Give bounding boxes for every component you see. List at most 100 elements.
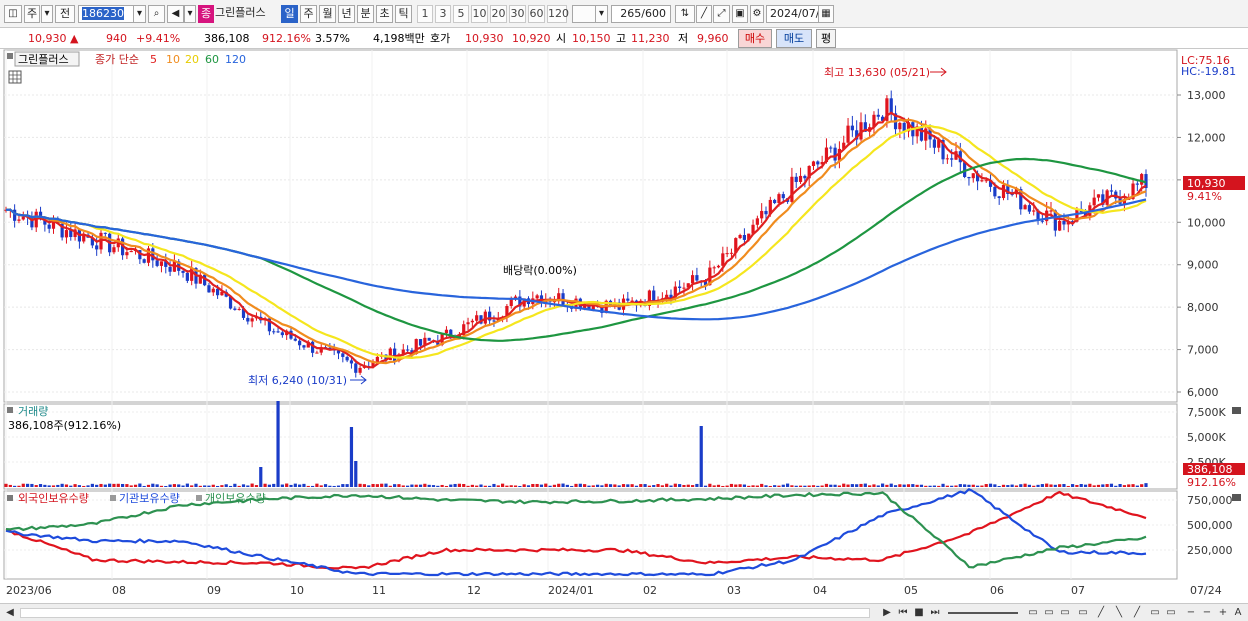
volume-menu-icon[interactable] [7, 407, 13, 413]
fullscreen-icon[interactable]: ⤢ [713, 5, 730, 23]
sell-button[interactable]: 매도 [776, 29, 812, 48]
scroll-right-icon[interactable]: ▶ [880, 606, 894, 620]
save-icon[interactable]: ▣ [732, 5, 748, 23]
scroll-left-icon[interactable]: ◀ [4, 606, 16, 620]
volume-bar [764, 485, 768, 487]
zoom-out-icon[interactable]: − [1184, 606, 1198, 620]
x-axis-label: 02 [643, 584, 657, 597]
volume-close-icon[interactable] [1232, 407, 1241, 414]
volume-bar [889, 483, 893, 487]
prev-label: 전 [59, 7, 71, 20]
volume-bar [263, 483, 267, 487]
interval-button-5[interactable]: 5 [453, 5, 469, 23]
period-tab-4[interactable]: 분 [357, 5, 374, 23]
interval-button-120[interactable]: 120 [547, 5, 569, 23]
display-count-field[interactable]: 265/600 [611, 5, 671, 23]
panel-menu-icon[interactable] [7, 53, 13, 59]
period-tab-3[interactable]: 년 [338, 5, 355, 23]
zoom-minus-icon[interactable]: − [1200, 606, 1214, 620]
period-tab-0[interactable]: 일 [281, 5, 298, 23]
volume-bar [276, 401, 280, 487]
volume-bar [1014, 485, 1019, 487]
scroll-track[interactable] [20, 608, 870, 618]
zoom-slider[interactable] [948, 612, 1018, 614]
holdings-menu-icon[interactable] [7, 495, 13, 501]
interval-button-3[interactable]: 3 [435, 5, 451, 23]
candle-body [466, 322, 470, 325]
holdings-tick-label: 250,000 [1187, 544, 1233, 557]
market-dropdown-icon[interactable]: ▾ [41, 5, 53, 23]
theme-badge[interactable]: 종 [198, 5, 214, 23]
stop-icon[interactable]: ■ [912, 606, 926, 620]
volume-bar [997, 485, 1001, 487]
volume-bar [984, 484, 988, 487]
interval-button-10[interactable]: 10 [471, 5, 488, 23]
volume-bar [604, 483, 608, 487]
layout-icon-6[interactable]: ▭ [1164, 606, 1178, 620]
candle-body [876, 114, 880, 117]
indicator-icon[interactable]: ⇅ [675, 5, 695, 23]
volume-bar [958, 484, 962, 487]
volume-bar [319, 485, 323, 487]
volume-bar [220, 485, 224, 487]
volume-bar [945, 485, 949, 487]
font-size-icon[interactable]: A [1231, 606, 1245, 620]
volume-bar [721, 485, 725, 487]
layout-icon-3[interactable]: ▭ [1058, 606, 1072, 620]
interval-dropdown-icon[interactable]: ▾ [595, 5, 608, 23]
interval-button-60[interactable]: 60 [528, 5, 545, 23]
period-tab-2[interactable]: 월 [319, 5, 336, 23]
volume-bar [643, 484, 647, 487]
stock-code-dropdown-icon[interactable]: ▾ [133, 5, 146, 23]
stock-code-input[interactable]: 186230 [78, 5, 136, 23]
candle-body [682, 287, 686, 289]
individual-legend: 개인보유수량 [205, 492, 266, 505]
volume-bar [1036, 484, 1040, 487]
volume-bar [729, 483, 734, 487]
scroll-bar[interactable]: ◀ ▶ ⏮ ■ ⏭ ▭ ▭ ▭ ▭ ╱ ╲ ╱ ▭ ▭ − − + A [0, 603, 1248, 621]
volume-bar [475, 485, 479, 487]
trend-icon-3[interactable]: ╱ [1130, 606, 1144, 620]
trend-icon-1[interactable]: ╱ [1094, 606, 1108, 620]
volume-bar [228, 485, 233, 487]
zoom-plus-icon[interactable]: + [1216, 606, 1230, 620]
speaker-icon[interactable]: ◀ [167, 5, 184, 23]
volume-bar [781, 484, 785, 487]
first-page-icon[interactable]: ⏮ [896, 606, 910, 620]
x-axis-right-label: 07/24 [1190, 584, 1222, 597]
interval-button-20[interactable]: 20 [490, 5, 507, 23]
volume-bar [673, 483, 677, 487]
trend-icon-2[interactable]: ╲ [1112, 606, 1126, 620]
last-page-icon[interactable]: ⏭ [928, 606, 942, 620]
layout-icon-1[interactable]: ▭ [1026, 606, 1040, 620]
layout-icon-2[interactable]: ▭ [1042, 606, 1056, 620]
volume-bar [479, 484, 483, 487]
speaker-dropdown-icon[interactable]: ▾ [184, 5, 196, 23]
gear-icon[interactable]: ⚙ [750, 5, 764, 23]
search-icon[interactable]: ⌕ [148, 5, 165, 23]
period-tab-6[interactable]: 틱 [395, 5, 412, 23]
layout-icon-4[interactable]: ▭ [1076, 606, 1090, 620]
period-tab-1[interactable]: 주 [300, 5, 317, 23]
interval-button-30[interactable]: 30 [509, 5, 526, 23]
chart-menu-icon[interactable]: ◫ [4, 5, 22, 23]
prev-stock-button[interactable]: 전 [55, 5, 75, 23]
eval-button[interactable]: 평 [816, 29, 836, 48]
volume-bar [842, 483, 846, 487]
calendar-icon[interactable]: ▦ [818, 5, 834, 23]
volume-bar [1101, 484, 1105, 487]
volume-bar [859, 483, 863, 487]
period-tab-5[interactable]: 초 [376, 5, 393, 23]
stock-chart[interactable]: 그린플러스 종가 단순 5 10 20 60 120 LC:75.16 HC:-… [0, 49, 1248, 603]
table-icon[interactable] [8, 70, 22, 84]
holdings-close-icon[interactable] [1232, 494, 1241, 501]
volume-bar [1058, 484, 1062, 487]
volume-bar [570, 485, 574, 487]
draw-tool-icon[interactable]: ╱ [696, 5, 712, 23]
layout-icon-5[interactable]: ▭ [1148, 606, 1162, 620]
interval-button-1[interactable]: 1 [417, 5, 433, 23]
buy-button[interactable]: 매수 [738, 29, 772, 48]
market-selector[interactable]: 주 [24, 5, 40, 23]
volume-bar [362, 484, 367, 487]
volume-bar [928, 485, 932, 487]
